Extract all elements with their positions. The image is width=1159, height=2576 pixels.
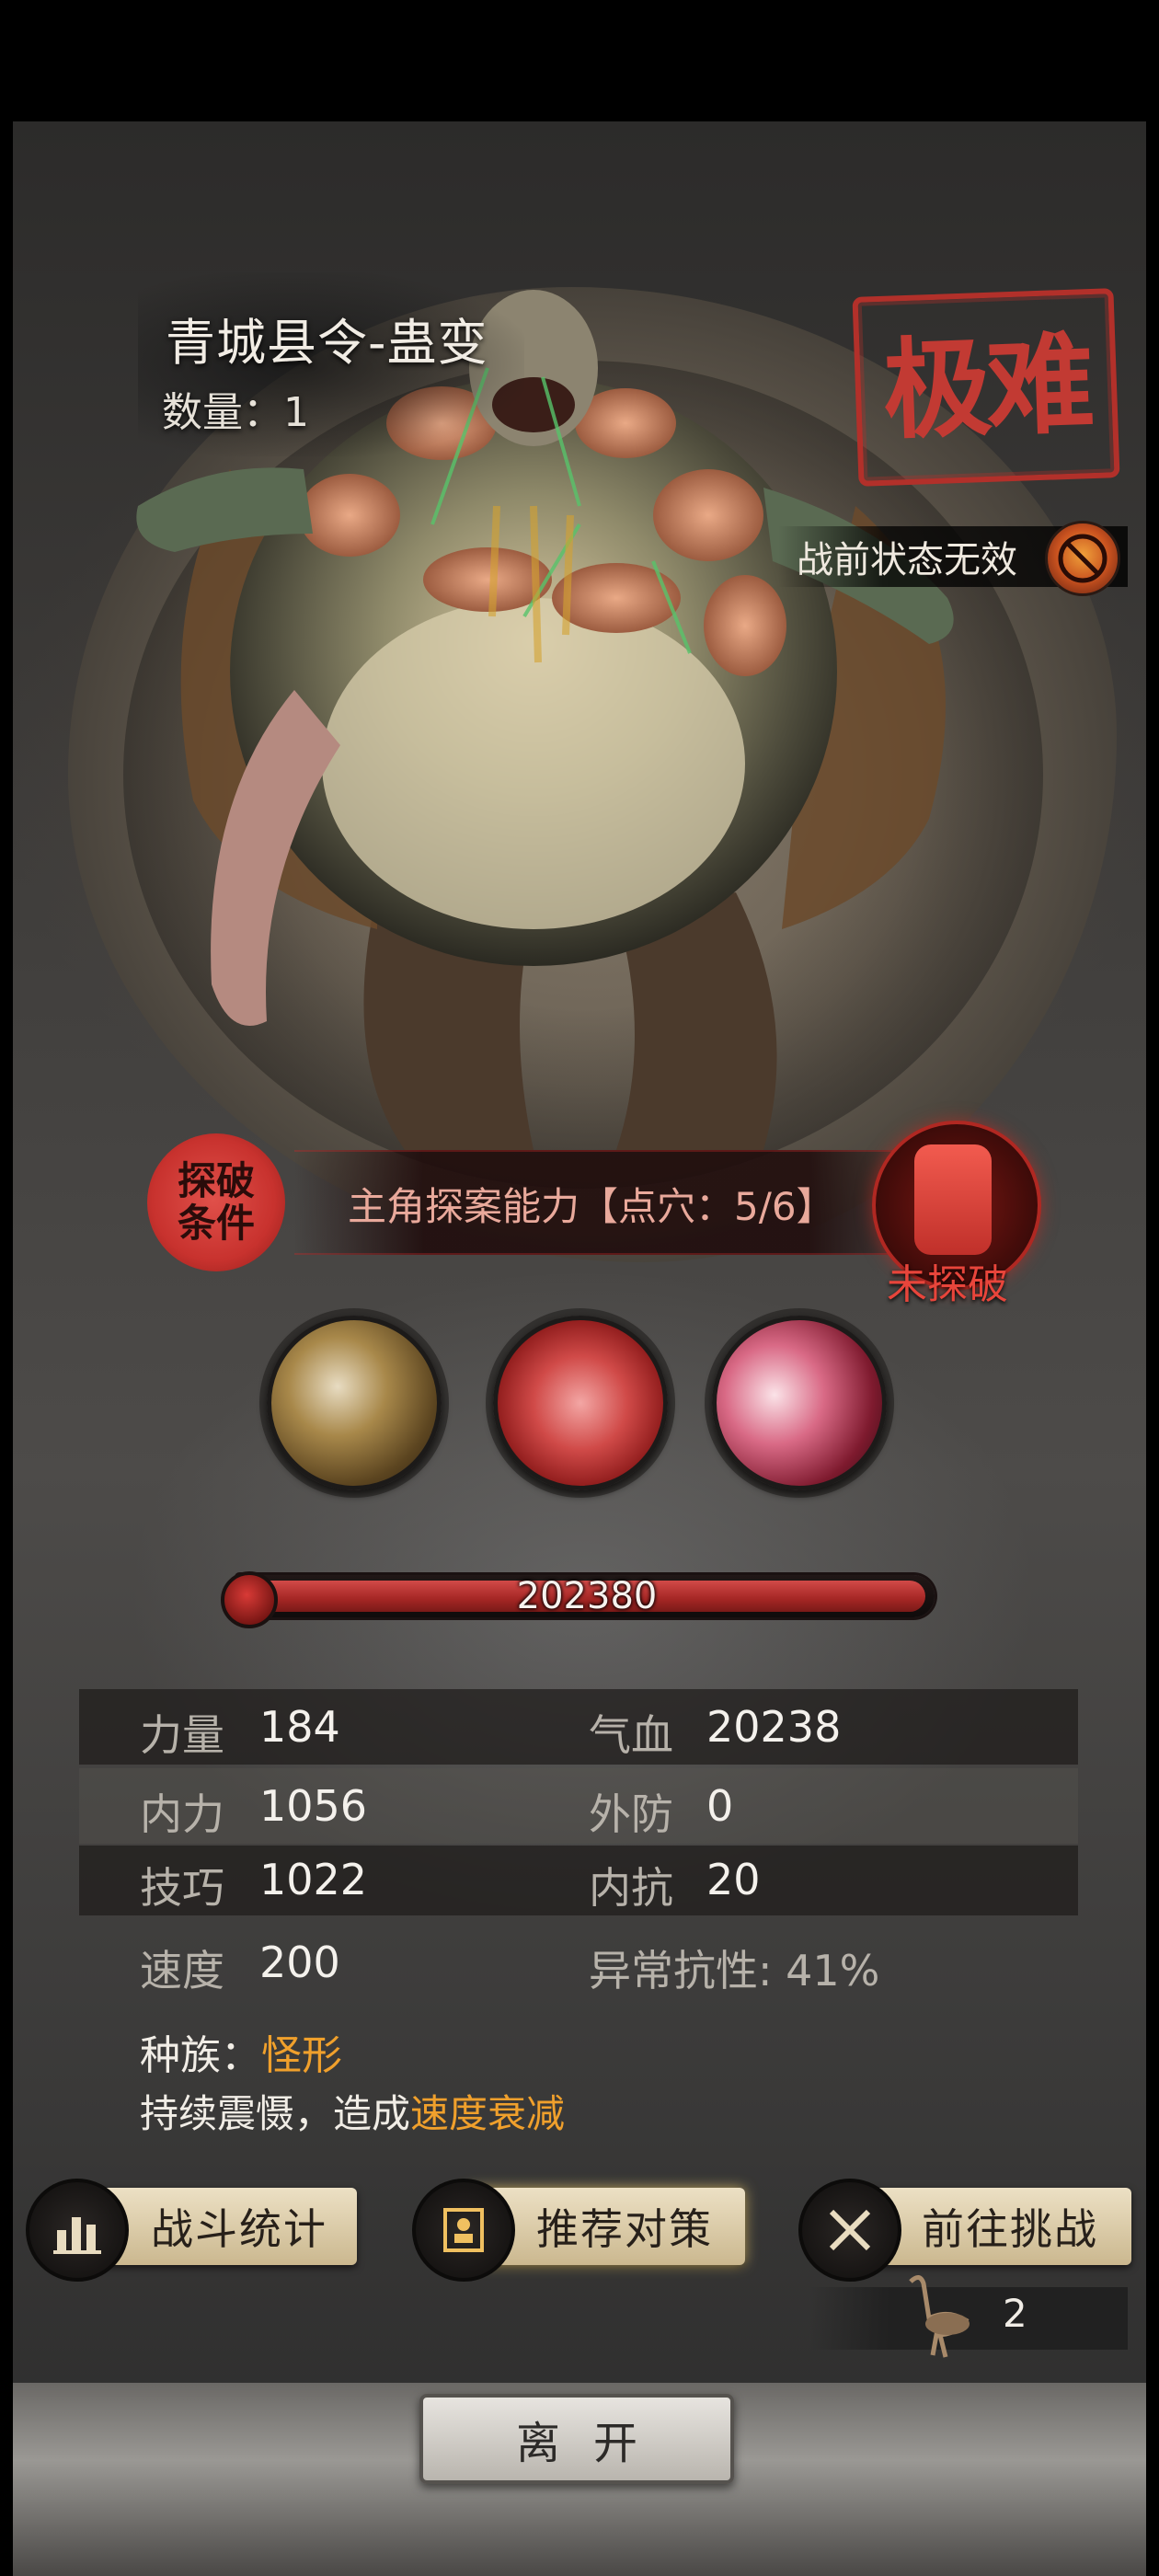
battle-stats-label: 战斗统计 [151,2204,327,2254]
stat-value: 0 [706,1781,734,1831]
stat-value: 200 [259,1938,340,1987]
effect-line: 持续震慑，造成速度衰减 [140,2083,565,2139]
stat-label: 技巧 [140,1863,224,1913]
stat-value: 20 [706,1855,761,1904]
stamina-count: 2 [1003,2291,1027,2336]
no-buff-icon[interactable] [1045,521,1120,596]
discovery-requirement: 主角探案能力【点穴：5/6】 [348,1184,835,1229]
stat-label: 气血 [589,1710,673,1760]
difficulty-stamp-text: 极难 [880,319,1092,454]
recommend-strategy-label: 推荐对策 [536,2204,713,2254]
discovery-condition-badge: 探破条件 [147,1133,285,1271]
stat-value: 1056 [259,1781,368,1831]
stat-row: 速度 200 异常抗性: 41% [79,1925,1078,2000]
bar-chart-icon[interactable] [26,2179,129,2282]
effect-accent: 速度衰减 [410,2091,566,2136]
race-value: 怪形 [261,2032,342,2079]
blade-slash-icon[interactable] [493,1316,668,1490]
stat-value: 20238 [706,1702,842,1752]
effect-text: 持续震慑，造成 [140,2091,411,2136]
flesh-bite-icon[interactable] [712,1316,887,1490]
stat-row: 力量 184 气血 20238 [79,1689,1078,1765]
stat-label: 内抗 [589,1863,673,1913]
crossed-swords-icon[interactable] [798,2179,901,2282]
race-label: 种族： [140,2032,261,2079]
stat-label: 异常抗性: 41% [589,1946,880,1995]
leave-label: 离开 [515,2418,671,2469]
prebattle-status-label: 战前状态无效 [797,539,1017,581]
stat-value: 184 [259,1702,340,1752]
stat-label: 力量 [140,1710,224,1760]
stat-label: 速度 [140,1946,224,1995]
leave-button[interactable]: 离开 [419,2394,734,2484]
scroll-portrait-icon[interactable] [412,2179,515,2282]
stat-value: 1022 [259,1855,368,1904]
boss-count: 数量：1 [162,389,309,436]
difficulty-stamp: 极难 [852,288,1120,487]
stat-label: 外防 [589,1789,673,1839]
hp-value: 202380 [516,1575,658,1617]
boss-name: 青城县令-蛊变 [166,314,488,372]
crane-icon [909,2275,970,2358]
stat-row: 技巧 1022 内抗 20 [79,1846,1078,1915]
go-challenge-label: 前往挑战 [922,2204,1098,2254]
discovery-status: 未探破 [887,1261,1008,1308]
blood-drop-icon [221,1571,278,1628]
race-line: 种族：怪形 [140,2022,342,2081]
discovery-badge-label: 探破条件 [177,1158,255,1246]
stat-row: 内力 1056 外防 0 [79,1768,1078,1844]
claw-strike-icon[interactable] [267,1316,442,1490]
stat-label: 内力 [140,1789,224,1839]
